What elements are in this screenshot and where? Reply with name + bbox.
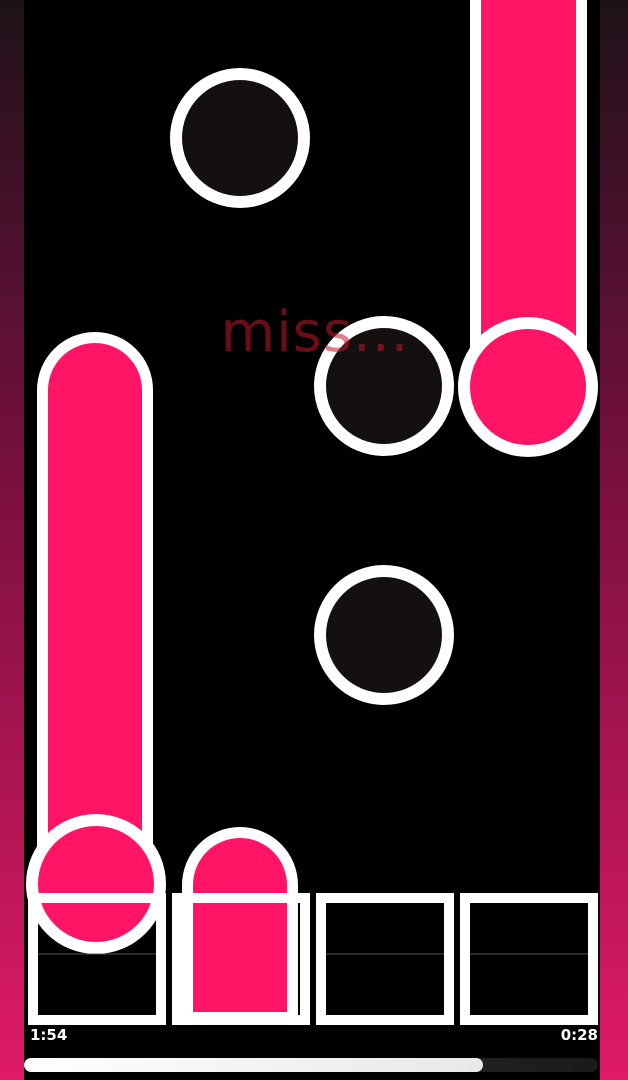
time-elapsed: 1:54 [30,1026,68,1044]
tap-note [314,565,454,705]
judgement-text: miss... [220,300,410,365]
tap-note [170,68,310,208]
lane-2-receptor[interactable] [172,827,310,1025]
hold-note-head-lane-1 [26,814,166,954]
song-progress-bar[interactable] [24,1058,598,1072]
lane-3-receptor[interactable] [316,893,454,1025]
game-canvas [26,0,598,1025]
lane-4-receptor[interactable] [460,893,598,1025]
time-remaining: 0:28 [560,1026,598,1044]
hold-note-lane-4 [458,0,598,457]
song-progress-fill [24,1058,484,1072]
